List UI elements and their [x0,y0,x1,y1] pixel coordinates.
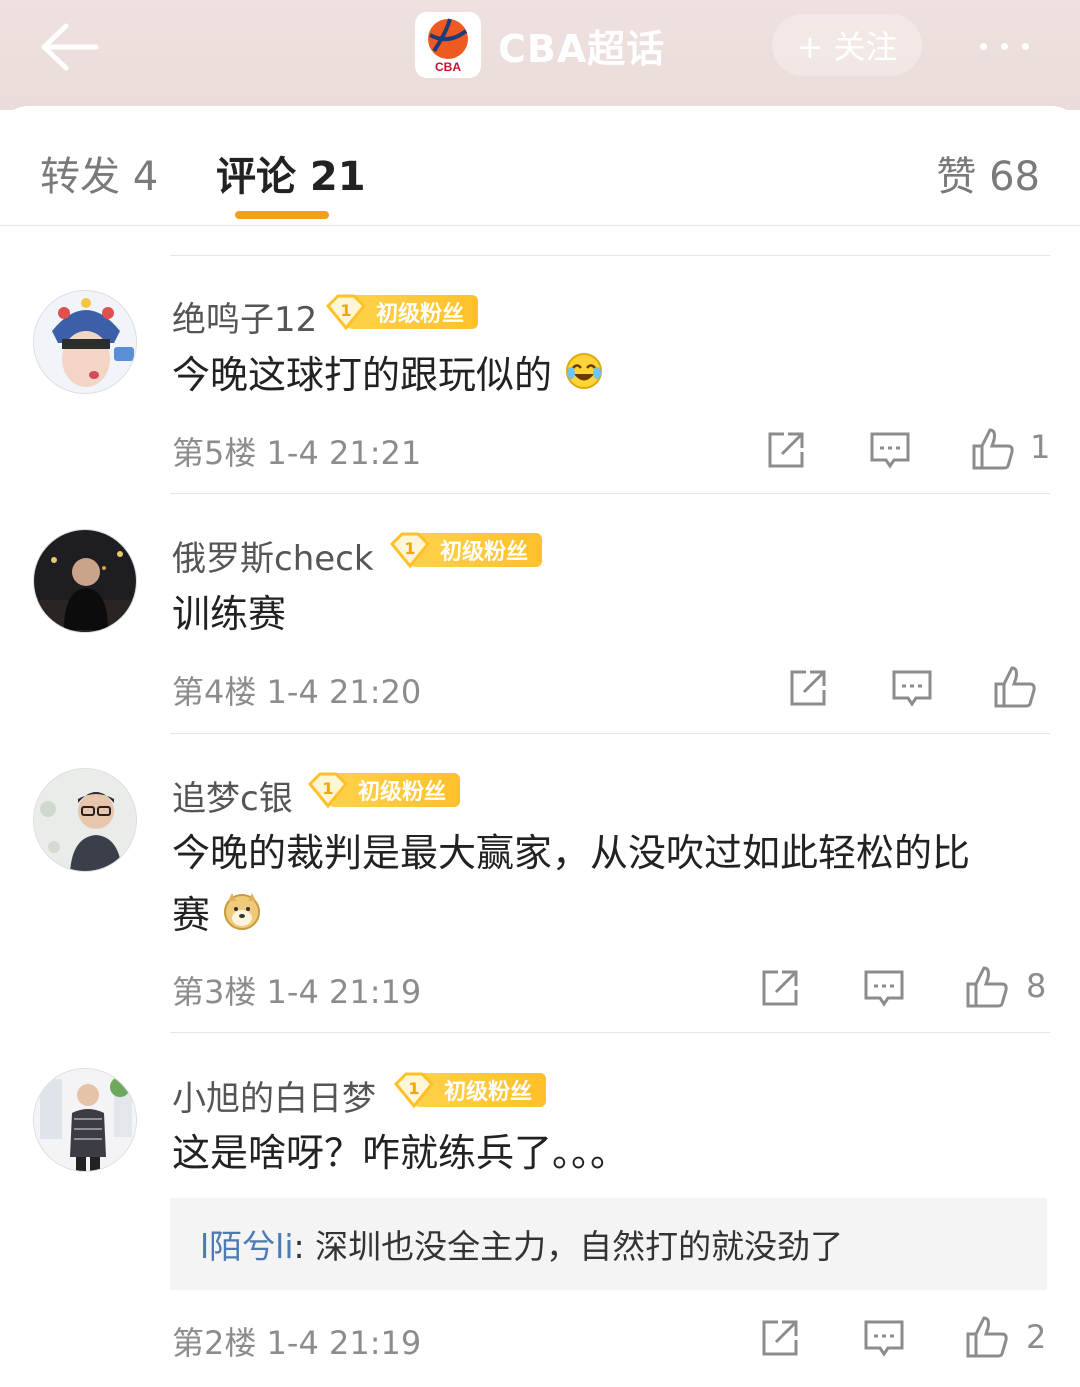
avatar[interactable] [33,1068,137,1172]
comment-text: 今晚的裁判是最大赢家，从没吹过如此轻松的比 赛 [172,822,1032,949]
like-icon[interactable] [992,664,1036,708]
more-options-icon[interactable] [980,34,1040,58]
username[interactable]: 绝鸣子12 [172,292,317,341]
tab-comment[interactable]: 评论 21 [216,144,366,202]
fan-level-badge[interactable]: 1 初级粉丝 [326,294,479,330]
tab-bar: 转发 4 评论 21 赞 68 [0,106,1080,226]
share-icon[interactable] [764,428,808,472]
share-icon[interactable] [786,666,830,710]
comment-meta: 第2楼 1-4 21:19 [172,1324,422,1362]
reply-icon[interactable] [868,428,912,472]
share-icon[interactable] [758,966,802,1010]
active-tab-indicator [235,211,329,219]
reply-icon[interactable] [862,966,906,1010]
like-count: 8 [1026,967,1047,1005]
divider [170,1032,1050,1033]
back-arrow-icon[interactable] [40,22,100,72]
share-icon[interactable] [758,1316,802,1360]
logo-text: CBA [435,60,461,74]
divider [170,255,1050,256]
doge-emoji-icon [222,887,262,949]
username[interactable]: 小旭的白日梦 [172,1071,376,1120]
like-count: 2 [1026,1318,1047,1356]
tab-repost[interactable]: 转发 4 [40,144,158,202]
comment-meta: 第5楼 1-4 21:21 [172,434,422,472]
avatar[interactable] [33,529,137,633]
like-count: 1 [1030,428,1051,466]
fan-level-badge[interactable]: 1 初级粉丝 [394,1072,547,1108]
nested-reply[interactable]: l陌兮li: 深圳也没全主力，自然打的就没劲了 [170,1198,1047,1290]
top-bar: CBA CBA超话 + 关注 [0,0,1080,110]
tab-like[interactable]: 赞 68 [936,144,1040,202]
comment-text-line: 赛 [172,884,1032,949]
like-icon[interactable] [964,1314,1008,1358]
reply-icon[interactable] [890,666,934,710]
divider [170,493,1050,494]
reply-username[interactable]: l陌兮li [200,1227,294,1266]
comments-panel: 转发 4 评论 21 赞 68 [0,106,1080,1387]
fan-level-badge[interactable]: 1 初级粉丝 [390,532,543,568]
cba-logo[interactable]: CBA [415,12,481,78]
avatar[interactable] [33,768,137,872]
reply-icon[interactable] [862,1316,906,1360]
follow-button[interactable]: + 关注 [772,14,922,76]
like-icon[interactable] [970,426,1014,470]
comment-text: 今晚这球打的跟玩似的 [172,344,1032,409]
fan-level-badge[interactable]: 1 初级粉丝 [308,772,461,808]
comment-text-content: 今晚这球打的跟玩似的 [172,353,553,397]
username[interactable]: 追梦c银 [172,771,293,820]
svg-text:1: 1 [340,301,351,320]
avatar[interactable] [33,290,137,394]
svg-text:1: 1 [408,1079,419,1098]
comment-text: 训练赛 [172,592,287,636]
laugh-cry-emoji-icon [564,347,604,409]
comment-meta: 第3楼 1-4 21:19 [172,973,422,1011]
svg-text:1: 1 [404,539,415,558]
reply-text: : 深圳也没全主力，自然打的就没劲了 [293,1227,844,1266]
comment-text: 这是啥呀？咋就练兵了。。。 [172,1131,629,1175]
reply-line: l陌兮li: 深圳也没全主力，自然打的就没劲了 [200,1220,843,1268]
like-icon[interactable] [964,964,1008,1008]
comment-meta: 第4楼 1-4 21:20 [172,673,422,711]
page-title: CBA超话 [498,27,666,71]
svg-text:1: 1 [322,779,333,798]
username[interactable]: 俄罗斯check [172,531,374,580]
divider [170,733,1050,734]
comment-text-line: 今晚的裁判是最大赢家，从没吹过如此轻松的比 [172,831,971,875]
